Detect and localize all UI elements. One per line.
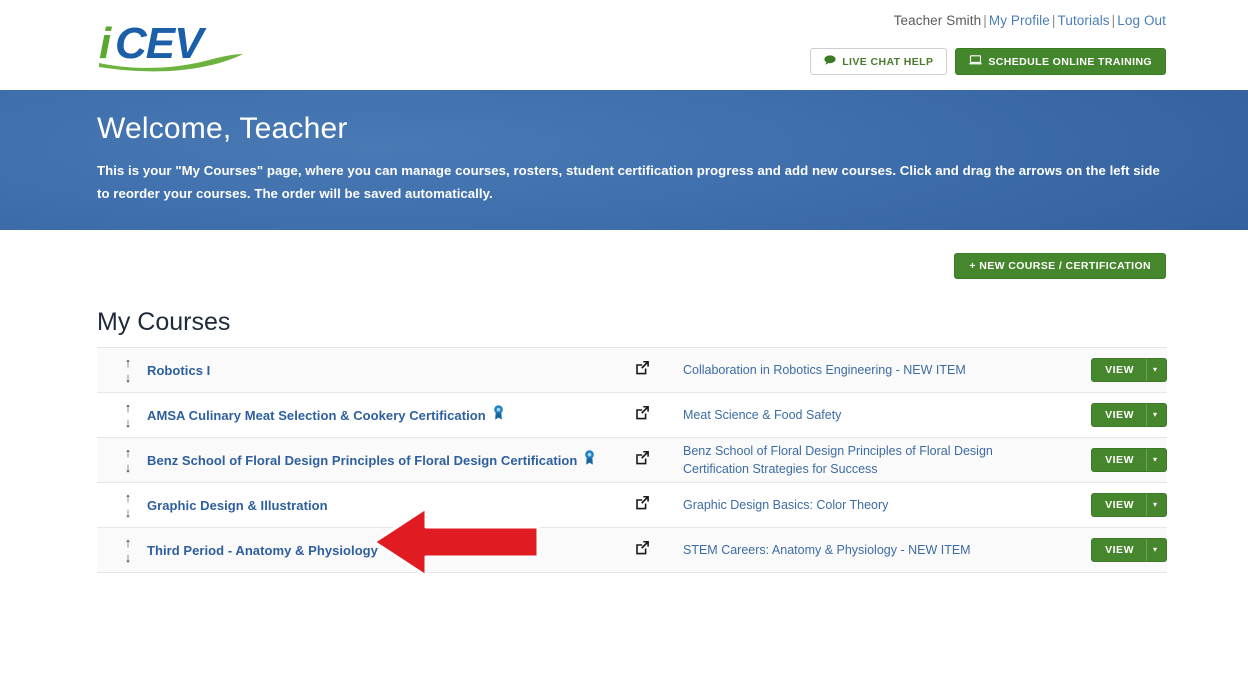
reorder-arrows: ↑ ↓ — [97, 401, 145, 429]
course-name-cell: Graphic Design & Illustration — [145, 498, 635, 513]
external-link-icon[interactable] — [635, 360, 650, 380]
last-viewed-lesson-link[interactable]: STEM Careers: Anatomy & Physiology - NEW… — [683, 541, 971, 559]
my-courses-section: My Courses Last Viewed Lesson Course Opt… — [97, 308, 1167, 573]
view-course-button[interactable]: VIEW ▾ — [1091, 538, 1167, 562]
table-row: ↑ ↓ AMSA Culinary Meat Selection & Cookery… — [97, 393, 1167, 438]
chevron-down-icon[interactable]: ▾ — [1145, 449, 1166, 471]
course-name-cell: Benz School of Floral Design Principles … — [145, 450, 635, 470]
chat-bubble-icon — [824, 55, 836, 68]
chevron-down-icon[interactable]: ▾ — [1145, 359, 1166, 381]
view-button-label: VIEW — [1105, 544, 1134, 556]
last-viewed-lesson-link[interactable]: Meat Science & Food Safety — [683, 406, 841, 424]
page-title: My Courses — [97, 308, 231, 336]
course-name-link[interactable]: AMSA Culinary Meat Selection & Cookery C… — [147, 408, 486, 423]
course-options-cell: VIEW ▾ — [1063, 493, 1167, 517]
move-up-arrow-icon[interactable]: ↑ — [125, 491, 132, 505]
last-viewed-lesson-cell: Benz School of Floral Design Principles … — [683, 442, 1063, 478]
chevron-down-icon[interactable]: ▾ — [1145, 494, 1166, 516]
welcome-title: Welcome, Teacher — [97, 112, 348, 145]
course-name-cell: Robotics I — [145, 363, 635, 378]
welcome-description: This is your "My Courses" page, where yo… — [97, 163, 1160, 202]
move-down-arrow-icon[interactable]: ↓ — [125, 550, 132, 565]
last-viewed-lesson-link[interactable]: Benz School of Floral Design Principles … — [683, 442, 1049, 478]
course-list: ↑ ↓ Robotics I Collaboration in Robotics En… — [97, 347, 1167, 573]
external-link-icon[interactable] — [635, 495, 650, 515]
view-button-label: VIEW — [1105, 409, 1134, 421]
course-options-cell: VIEW ▾ — [1063, 538, 1167, 562]
open-lesson-cell — [635, 450, 683, 470]
svg-text:i: i — [99, 19, 112, 68]
open-lesson-cell — [635, 540, 683, 560]
certification-badge-icon — [584, 450, 595, 470]
course-name-cell: Third Period - Anatomy & Physiology — [145, 543, 635, 558]
view-course-button[interactable]: VIEW ▾ — [1091, 448, 1167, 472]
open-lesson-cell — [635, 405, 683, 425]
course-options-cell: VIEW ▾ — [1063, 358, 1167, 382]
reorder-arrows: ↑ ↓ — [97, 446, 145, 474]
move-down-arrow-icon[interactable]: ↓ — [125, 460, 132, 475]
certification-badge-icon — [493, 405, 504, 425]
last-viewed-lesson-cell: Graphic Design Basics: Color Theory — [683, 496, 1063, 514]
link-tutorials[interactable]: Tutorials — [1057, 13, 1109, 28]
move-down-arrow-icon[interactable]: ↓ — [125, 505, 132, 520]
view-course-button[interactable]: VIEW ▾ — [1091, 358, 1167, 382]
open-lesson-cell — [635, 360, 683, 380]
top-bar: i CEV Teacher Smith | My Profile | Tutorials… — [0, 0, 1248, 90]
new-course-certification-button[interactable]: + NEW COURSE / CERTIFICATION — [954, 253, 1166, 279]
user-name: Teacher Smith — [893, 13, 982, 28]
view-button-label: VIEW — [1105, 499, 1134, 511]
view-button-label: VIEW — [1105, 454, 1134, 466]
last-viewed-lesson-cell: Meat Science & Food Safety — [683, 406, 1063, 424]
table-row: ↑ ↓ Graphic Design & Illustration Graphic D… — [97, 483, 1167, 528]
reorder-arrows: ↑ ↓ — [97, 536, 145, 564]
new-course-button-wrap: + NEW COURSE / CERTIFICATION — [954, 253, 1166, 279]
table-row: ↑ ↓ Robotics I Collaboration in Robotics En… — [97, 348, 1167, 393]
schedule-online-training-button[interactable]: SCHEDULE ONLINE TRAINING — [955, 48, 1166, 75]
move-up-arrow-icon[interactable]: ↑ — [125, 356, 132, 370]
last-viewed-lesson-cell: STEM Careers: Anatomy & Physiology - NEW… — [683, 541, 1063, 559]
courses-header: My Courses Last Viewed Lesson Course Opt… — [97, 308, 1167, 563]
view-course-button[interactable]: VIEW ▾ — [1091, 403, 1167, 427]
course-name-link[interactable]: Robotics I — [147, 363, 210, 378]
move-down-arrow-icon[interactable]: ↓ — [125, 415, 132, 430]
last-viewed-lesson-cell: Collaboration in Robotics Engineering - … — [683, 361, 1063, 379]
link-separator: | — [983, 13, 987, 28]
open-lesson-cell — [635, 495, 683, 515]
course-options-cell: VIEW ▾ — [1063, 448, 1167, 472]
welcome-banner: Welcome, Teacher This is your "My Course… — [0, 90, 1248, 230]
schedule-online-training-label: SCHEDULE ONLINE TRAINING — [988, 55, 1152, 68]
laptop-icon — [969, 55, 983, 68]
page-root: i CEV Teacher Smith | My Profile | Tutorials… — [0, 0, 1248, 700]
external-link-icon[interactable] — [635, 405, 650, 425]
chevron-down-icon[interactable]: ▾ — [1145, 539, 1166, 561]
last-viewed-lesson-link[interactable]: Graphic Design Basics: Color Theory — [683, 496, 888, 514]
account-links: Teacher Smith | My Profile | Tutorials | Log O… — [894, 13, 1166, 28]
move-up-arrow-icon[interactable]: ↑ — [125, 536, 132, 550]
external-link-icon[interactable] — [635, 450, 650, 470]
live-chat-help-label: LIVE CHAT HELP — [842, 55, 934, 68]
table-row: ↑ ↓ Benz School of Floral Design Principle… — [97, 438, 1167, 483]
table-row: ↑ ↓ Third Period - Anatomy & Physiology STE… — [97, 528, 1167, 573]
course-name-link[interactable]: Third Period - Anatomy & Physiology — [147, 543, 378, 558]
course-name-link[interactable]: Graphic Design & Illustration — [147, 498, 328, 513]
course-name-cell: AMSA Culinary Meat Selection & Cookery C… — [145, 405, 635, 425]
link-my-profile[interactable]: My Profile — [989, 13, 1050, 28]
view-button-label: VIEW — [1105, 364, 1134, 376]
icev-logo[interactable]: i CEV — [97, 18, 275, 74]
live-chat-help-button[interactable]: LIVE CHAT HELP — [810, 48, 948, 75]
external-link-icon[interactable] — [635, 540, 650, 560]
reorder-arrows: ↑ ↓ — [97, 356, 145, 384]
course-name-link[interactable]: Benz School of Floral Design Principles … — [147, 453, 577, 468]
move-up-arrow-icon[interactable]: ↑ — [125, 446, 132, 460]
reorder-arrows: ↑ ↓ — [97, 491, 145, 519]
last-viewed-lesson-link[interactable]: Collaboration in Robotics Engineering - … — [683, 361, 966, 379]
move-down-arrow-icon[interactable]: ↓ — [125, 370, 132, 385]
move-up-arrow-icon[interactable]: ↑ — [125, 401, 132, 415]
chevron-down-icon[interactable]: ▾ — [1145, 404, 1166, 426]
course-options-cell: VIEW ▾ — [1063, 403, 1167, 427]
top-action-buttons: LIVE CHAT HELP SCHEDULE ONLINE TRAINING — [810, 48, 1166, 75]
view-course-button[interactable]: VIEW ▾ — [1091, 493, 1167, 517]
svg-text:CEV: CEV — [115, 19, 207, 68]
link-log-out[interactable]: Log Out — [1117, 13, 1166, 28]
